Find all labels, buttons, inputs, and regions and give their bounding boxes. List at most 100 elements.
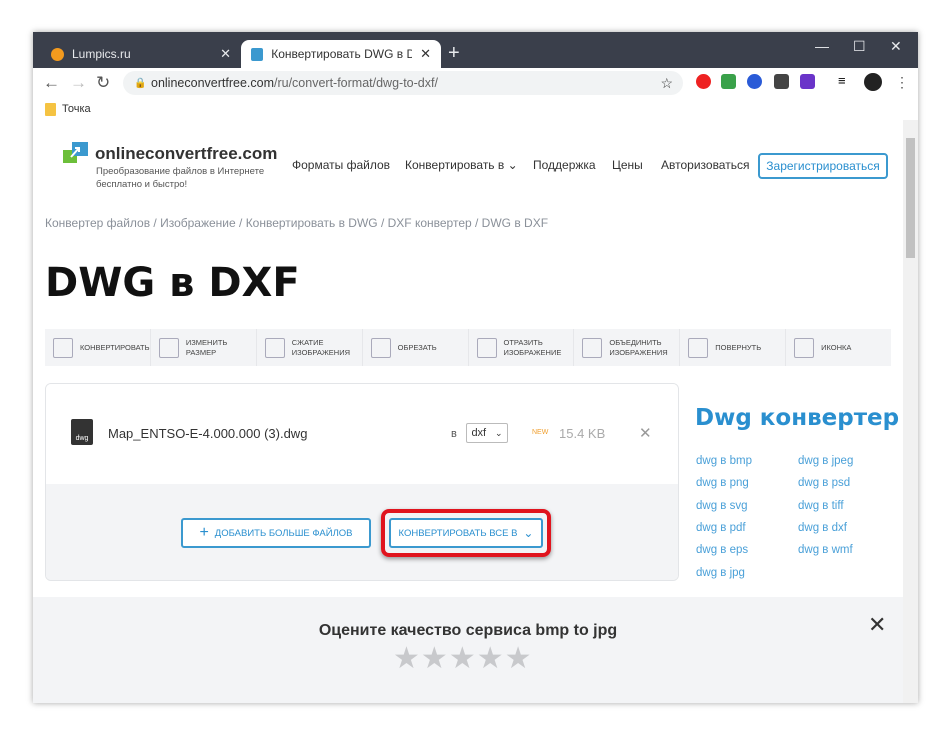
breadcrumb[interactable]: Конвертер файлов / Изображение / Конверт…	[45, 216, 548, 230]
merge-icon	[582, 337, 603, 358]
link-dwg-png[interactable]: dwg в png	[696, 477, 749, 489]
ad-extension-icon[interactable]	[800, 74, 815, 89]
back-icon[interactable]: ←	[43, 73, 60, 93]
favicon-icon	[51, 47, 64, 61]
tab-bar: Lumpics.ru ✕ Конвертировать DWG в DXF он ✕…	[33, 32, 918, 68]
menu-file-formats[interactable]: Форматы файлов	[292, 158, 390, 172]
forward-icon[interactable]: →	[70, 73, 87, 93]
tool-icon[interactable]: Иконка	[786, 329, 891, 366]
plus-icon: +	[199, 524, 209, 541]
rating-panel: Оцените качество сервиса bmp to jpg ✕ ★★…	[33, 597, 903, 703]
close-tab-icon[interactable]: ✕	[220, 46, 231, 62]
media-icon[interactable]: ≡	[838, 73, 846, 88]
star-icon[interactable]: ★	[393, 642, 421, 675]
format-value: dxf	[471, 427, 487, 439]
close-tab-icon[interactable]: ✕	[420, 46, 431, 62]
menu-login[interactable]: Авторизоваться	[661, 158, 749, 172]
menu-convert-to[interactable]: Конвертировать в ⌄	[405, 158, 518, 172]
tool-convert[interactable]: Конвертировать	[45, 329, 151, 366]
tool-label: Обрезать	[397, 342, 437, 352]
tab-active[interactable]: Конвертировать DWG в DXF он ✕	[241, 40, 441, 68]
tool-label: Объединить изображения	[609, 337, 668, 357]
sidebar-title: Dwg конвертер	[695, 405, 900, 431]
tool-flip[interactable]: Отразить изображение	[469, 329, 575, 366]
tool-label: Отразить изображение	[503, 337, 562, 357]
check-extension-icon[interactable]	[721, 74, 736, 89]
rotate-icon	[688, 337, 709, 358]
star-icon[interactable]: ★	[421, 642, 449, 675]
scrollbar-thumb[interactable]	[906, 138, 915, 258]
link-dwg-bmp[interactable]: dwg в bmp	[696, 455, 752, 467]
remove-file-icon[interactable]: ✕	[639, 424, 652, 442]
star-icon[interactable]: ★	[449, 642, 477, 675]
link-dwg-psd[interactable]: dwg в psd	[798, 477, 850, 489]
new-tab-icon[interactable]: +	[448, 42, 460, 65]
close-icon[interactable]: ✕	[868, 612, 886, 638]
tool-resize[interactable]: Изменить размер	[151, 329, 257, 366]
actions-area: + Добавить больше файлов Конвертировать в…	[46, 484, 678, 580]
lock-icon: 🔒	[134, 77, 147, 89]
link-dwg-dxf[interactable]: dwg в dxf	[798, 522, 847, 534]
link-dwg-jpeg[interactable]: dwg в jpeg	[798, 455, 853, 467]
menu-icon[interactable]: ⋮	[895, 74, 909, 91]
page-title: DWG в DXF	[45, 260, 300, 306]
add-more-files-button[interactable]: + Добавить больше файлов	[181, 518, 371, 548]
tool-crop[interactable]: Обрезать	[363, 329, 469, 366]
tab-title: Конвертировать DWG в DXF он	[271, 47, 413, 61]
star-icon[interactable]: ★	[477, 642, 505, 675]
tool-label: Изменить размер	[185, 337, 228, 357]
maximize-icon[interactable]: ☐	[853, 38, 866, 55]
new-badge: NEW	[532, 429, 549, 436]
tab-title: Lumpics.ru	[72, 47, 131, 61]
file-icon-label: dwg	[75, 435, 89, 442]
link-dwg-svg[interactable]: dwg в svg	[696, 500, 748, 512]
menu-prices[interactable]: Цены	[612, 158, 643, 172]
tool-compress[interactable]: Сжатие изображения	[257, 329, 363, 366]
compress-icon	[264, 337, 285, 358]
tool-rotate[interactable]: Повернуть	[680, 329, 787, 366]
link-dwg-wmf[interactable]: dwg в wmf	[798, 544, 853, 556]
convert-icon	[53, 337, 73, 358]
globe-extension-icon[interactable]	[747, 74, 762, 89]
resize-icon	[158, 337, 179, 358]
favicon-icon	[251, 47, 264, 61]
logo-text: onlineconvertfree.com	[95, 144, 278, 163]
format-select[interactable]: dxf ⌄	[466, 423, 508, 443]
register-button[interactable]: Зарегистрироваться	[758, 153, 888, 179]
url-path: /ru/convert-format/dwg-to-dxf/	[273, 76, 438, 90]
file-name: Map_ENTSO-E-4.000.000 (3).dwg	[108, 426, 308, 441]
address-bar[interactable]: 🔒 onlineconvertfree.com/ru/convert-format…	[123, 71, 683, 95]
scrollbar[interactable]	[903, 120, 918, 703]
button-label: Добавить больше файлов	[214, 527, 353, 539]
link-dwg-pdf[interactable]: dwg в pdf	[696, 522, 746, 534]
crop-icon	[370, 337, 391, 358]
menu-label: Конвертировать в	[405, 158, 505, 172]
link-dwg-jpg[interactable]: dwg в jpg	[696, 567, 745, 579]
reload-icon[interactable]: ↻	[96, 73, 110, 93]
opera-extension-icon[interactable]	[696, 74, 711, 89]
star-icon[interactable]: ★	[505, 642, 533, 675]
tool-merge[interactable]: Объединить изображения	[574, 329, 681, 366]
menu-support[interactable]: Поддержка	[533, 158, 596, 172]
logo-tagline: Преобразование файлов в Интернете беспла…	[96, 166, 265, 190]
file-card: dwg Map_ENTSO-E-4.000.000 (3).dwg в dxf ⌄…	[45, 383, 679, 581]
ico-icon	[794, 337, 815, 358]
tool-label: Сжатие изображения	[291, 337, 350, 357]
box-extension-icon[interactable]	[774, 74, 789, 89]
tool-label: Конвертировать	[80, 342, 150, 352]
tools-bar: Конвертировать Изменить размер Сжатие из…	[45, 329, 891, 366]
to-label: в	[451, 428, 457, 440]
dwg-file-icon: dwg	[71, 419, 93, 445]
bookmark-tochka[interactable]: Точка	[62, 103, 91, 115]
tab-lumpics[interactable]: Lumpics.ru ✕	[41, 40, 241, 68]
avatar[interactable]	[864, 73, 882, 91]
folder-icon	[45, 102, 56, 116]
star-icon[interactable]: ☆	[660, 75, 673, 92]
close-window-icon[interactable]: ✕	[890, 38, 902, 55]
rating-stars[interactable]: ★★★★★	[393, 641, 533, 676]
browser-window: Lumpics.ru ✕ Конвертировать DWG в DXF он ✕…	[33, 32, 918, 703]
url-domain: onlineconvertfree.com	[151, 76, 274, 90]
minimize-icon[interactable]: —	[815, 38, 829, 54]
link-dwg-eps[interactable]: dwg в eps	[696, 544, 748, 556]
link-dwg-tiff[interactable]: dwg в tiff	[798, 500, 844, 512]
